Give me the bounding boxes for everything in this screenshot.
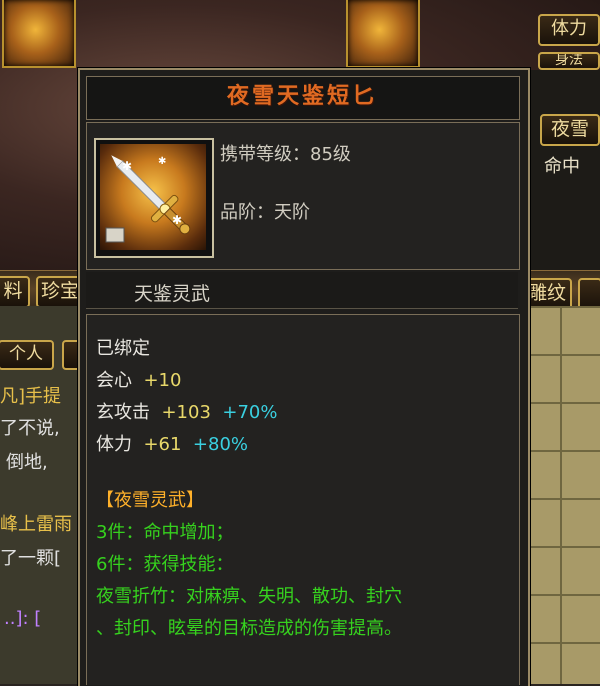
item-grade: 品阶：天阶	[220, 198, 310, 224]
set-title: 天鉴灵武	[134, 283, 211, 305]
stat-row: 玄攻击 +103 +70%	[96, 398, 277, 424]
stat-base: +10	[143, 370, 182, 391]
svg-text:✱: ✱	[158, 156, 166, 167]
grade-label: 品阶：	[220, 202, 274, 223]
dagger-icon: ✱ ✱ ✱	[100, 144, 206, 250]
set-bonus-3-piece: 3件：命中增加；	[96, 522, 234, 543]
bound-status: 已绑定	[96, 338, 150, 359]
chat-line: 了不说,	[0, 418, 60, 439]
stat-label-agility: 身法	[538, 52, 600, 70]
equipment-slot-weapon[interactable]	[346, 0, 420, 68]
set-skill-desc-2: 、封印、眩晕的目标造成的伤害提高。	[96, 618, 402, 639]
grade-value: 天阶	[274, 202, 310, 223]
stat-name: 玄攻击	[96, 402, 150, 423]
target-name-tab[interactable]: 夜雪	[540, 114, 600, 146]
stat-label-stamina: 体力	[538, 14, 600, 46]
stat-base: +103	[161, 402, 211, 423]
chat-line: 倒地,	[6, 452, 48, 473]
carry-level: 携带等级：85级	[220, 140, 351, 166]
svg-text:✱: ✱	[122, 159, 132, 173]
stat-name: 体力	[96, 434, 132, 455]
item-name: 夜雪天鉴短匕	[226, 84, 377, 109]
stone-wall	[520, 306, 600, 684]
set-skill-desc-1: 夜雪折竹：对麻痹、失明、散功、封穴	[96, 586, 402, 607]
set-bonus-name: 【夜雪灵武】	[96, 490, 204, 511]
carry-level-label: 携带等级：	[220, 144, 310, 165]
chat-line: 凡]手提	[0, 386, 62, 407]
set-bonus-6-piece: 6件：获得技能：	[96, 554, 234, 575]
stat-row: 体力 +61 +80%	[96, 430, 248, 456]
equipment-slot-dagger[interactable]	[2, 0, 76, 68]
chat-line: 了一颗[	[0, 548, 62, 569]
tab-treasure[interactable]: 珍宝	[36, 276, 84, 308]
stat-name: 会心	[96, 370, 132, 391]
svg-text:✱: ✱	[172, 213, 182, 227]
carry-level-value: 85级	[310, 144, 351, 165]
stat-label-hit: 命中	[544, 156, 580, 177]
stat-base: +61	[143, 434, 182, 455]
chat-line: ..]: [	[4, 608, 42, 629]
stat-bonus: +80%	[192, 434, 248, 455]
tab-materials[interactable]: 料	[0, 276, 30, 308]
chat-tab-personal[interactable]: 个人	[0, 340, 54, 370]
stat-bonus: +70%	[222, 402, 278, 423]
chat-line: 峰上雷雨	[0, 514, 72, 535]
stat-row: 会心 +10	[96, 366, 181, 392]
